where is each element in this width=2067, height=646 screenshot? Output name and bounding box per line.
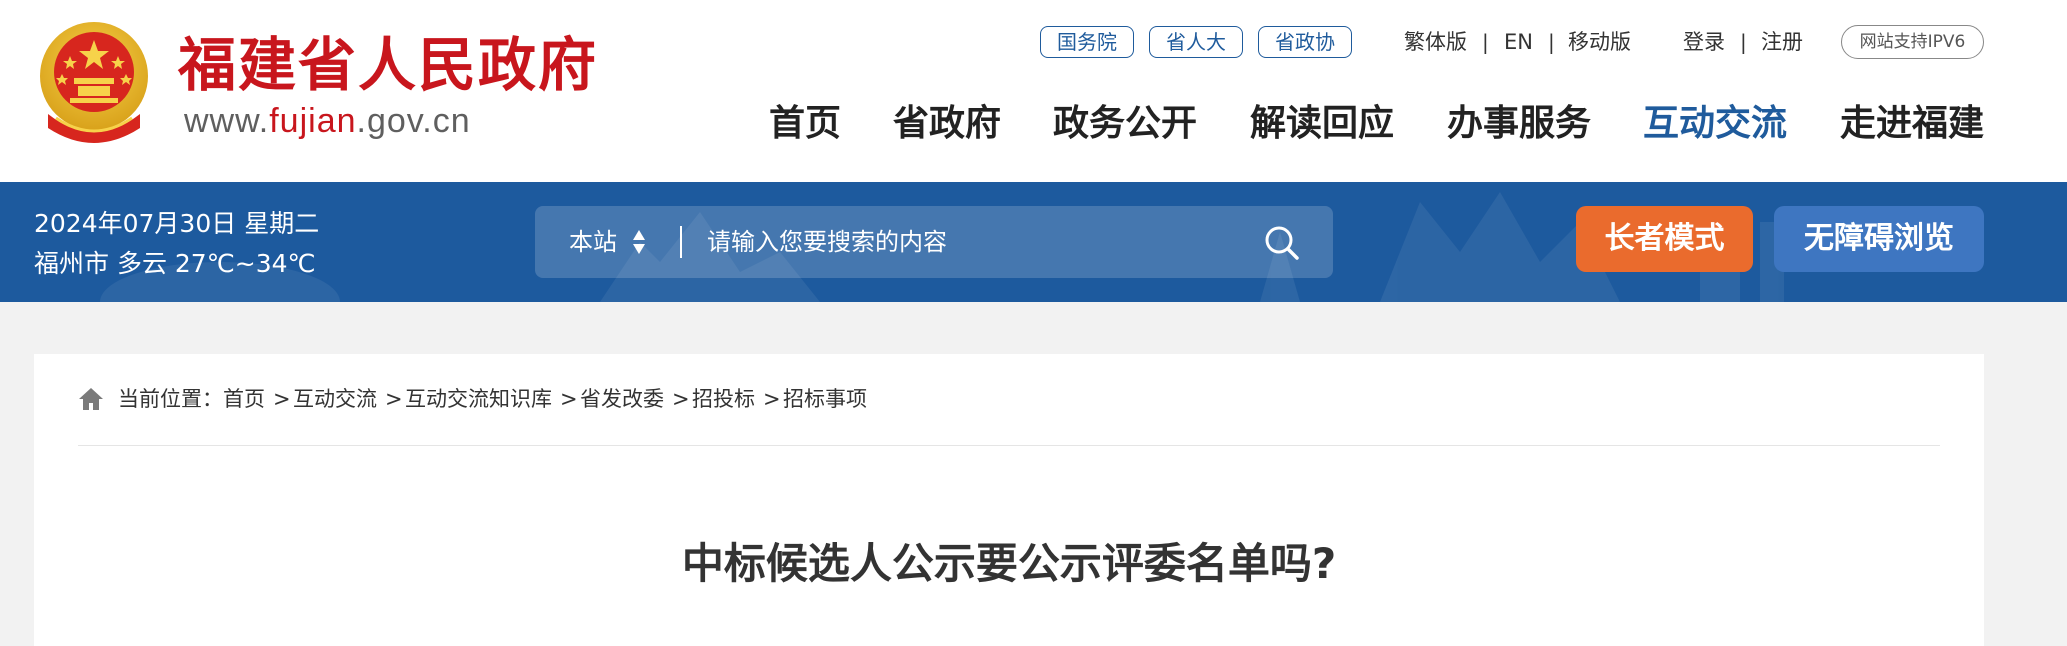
traditional-chinese-link[interactable]: 繁体版 — [1404, 27, 1467, 57]
search-box: 本站 — [535, 206, 1333, 278]
english-link[interactable]: EN — [1504, 27, 1533, 57]
nav-home[interactable]: 首页 — [769, 98, 841, 150]
nav-about-fujian[interactable]: 走进福建 — [1840, 98, 1984, 150]
ipv6-badge: 网站支持IPV6 — [1841, 25, 1984, 59]
nav-services[interactable]: 办事服务 — [1447, 98, 1591, 150]
link-separator: | — [1740, 30, 1747, 54]
home-icon — [79, 388, 103, 410]
nav-provincial-government[interactable]: 省政府 — [893, 98, 1001, 150]
url-prefix: www. — [184, 102, 270, 140]
nav-interaction[interactable]: 互动交流 — [1643, 98, 1787, 150]
provincial-congress-link[interactable]: 省人大 — [1149, 26, 1243, 58]
search-scope-select[interactable]: 本站 — [569, 206, 617, 278]
breadcrumb-separator: > — [672, 387, 690, 411]
provincial-cppcc-link[interactable]: 省政协 — [1258, 26, 1352, 58]
breadcrumb-prefix: 当前位置： — [118, 387, 223, 411]
search-divider — [680, 226, 682, 258]
url-suffix: .gov.cn — [356, 102, 471, 140]
breadcrumb-tender-matters[interactable]: 招标事项 — [783, 384, 867, 414]
nav-government-affairs[interactable]: 政务公开 — [1053, 98, 1197, 150]
breadcrumb-ndrc[interactable]: 省发改委 — [580, 384, 664, 414]
state-council-link[interactable]: 国务院 — [1040, 26, 1134, 58]
breadcrumb-interaction[interactable]: 互动交流 — [293, 384, 377, 414]
breadcrumb-home[interactable]: 首页 — [223, 384, 265, 414]
article-title: 中标候选人公示要公示评委名单吗? — [681, 539, 1337, 588]
link-separator: | — [1548, 30, 1555, 54]
elder-mode-button[interactable]: 长者模式 — [1576, 206, 1753, 272]
national-emblem-icon[interactable] — [36, 20, 152, 144]
search-icon[interactable] — [1257, 218, 1307, 268]
search-input[interactable] — [707, 206, 1227, 278]
link-separator: | — [1482, 30, 1489, 54]
breadcrumb-separator: > — [763, 387, 781, 411]
breadcrumb-knowledge-base[interactable]: 互动交流知识库 — [405, 384, 552, 414]
login-link[interactable]: 登录 — [1683, 27, 1725, 57]
info-search-bar: 2024年07月30日 星期二 福州市 多云 27℃~34℃ 本站 长者模式 无… — [0, 182, 2067, 302]
current-date: 2024年07月30日 星期二 — [34, 209, 320, 238]
weather-info: 福州市 多云 27℃~34℃ — [34, 249, 316, 278]
site-title[interactable]: 福建省人民政府 — [178, 30, 598, 100]
breadcrumb-separator: > — [560, 387, 578, 411]
breadcrumb-divider — [78, 445, 1940, 446]
url-brand: fujian — [269, 102, 357, 140]
breadcrumb-separator: > — [385, 387, 403, 411]
register-link[interactable]: 注册 — [1761, 27, 1803, 57]
sort-arrows-icon[interactable] — [631, 228, 647, 256]
accessibility-button[interactable]: 无障碍浏览 — [1774, 206, 1984, 272]
site-url[interactable]: www.fujian.gov.cn — [184, 100, 471, 142]
site-header: 福建省人民政府 www.fujian.gov.cn 国务院 省人大 省政协 繁体… — [0, 0, 2067, 182]
content-panel: 当前位置： 首页 > 互动交流 > 互动交流知识库 > 省发改委 > 招投标 >… — [34, 354, 1984, 646]
nav-interpretation[interactable]: 解读回应 — [1250, 98, 1394, 150]
mobile-version-link[interactable]: 移动版 — [1568, 27, 1631, 57]
breadcrumb-separator: > — [273, 387, 291, 411]
breadcrumb-bidding[interactable]: 招投标 — [692, 384, 755, 414]
